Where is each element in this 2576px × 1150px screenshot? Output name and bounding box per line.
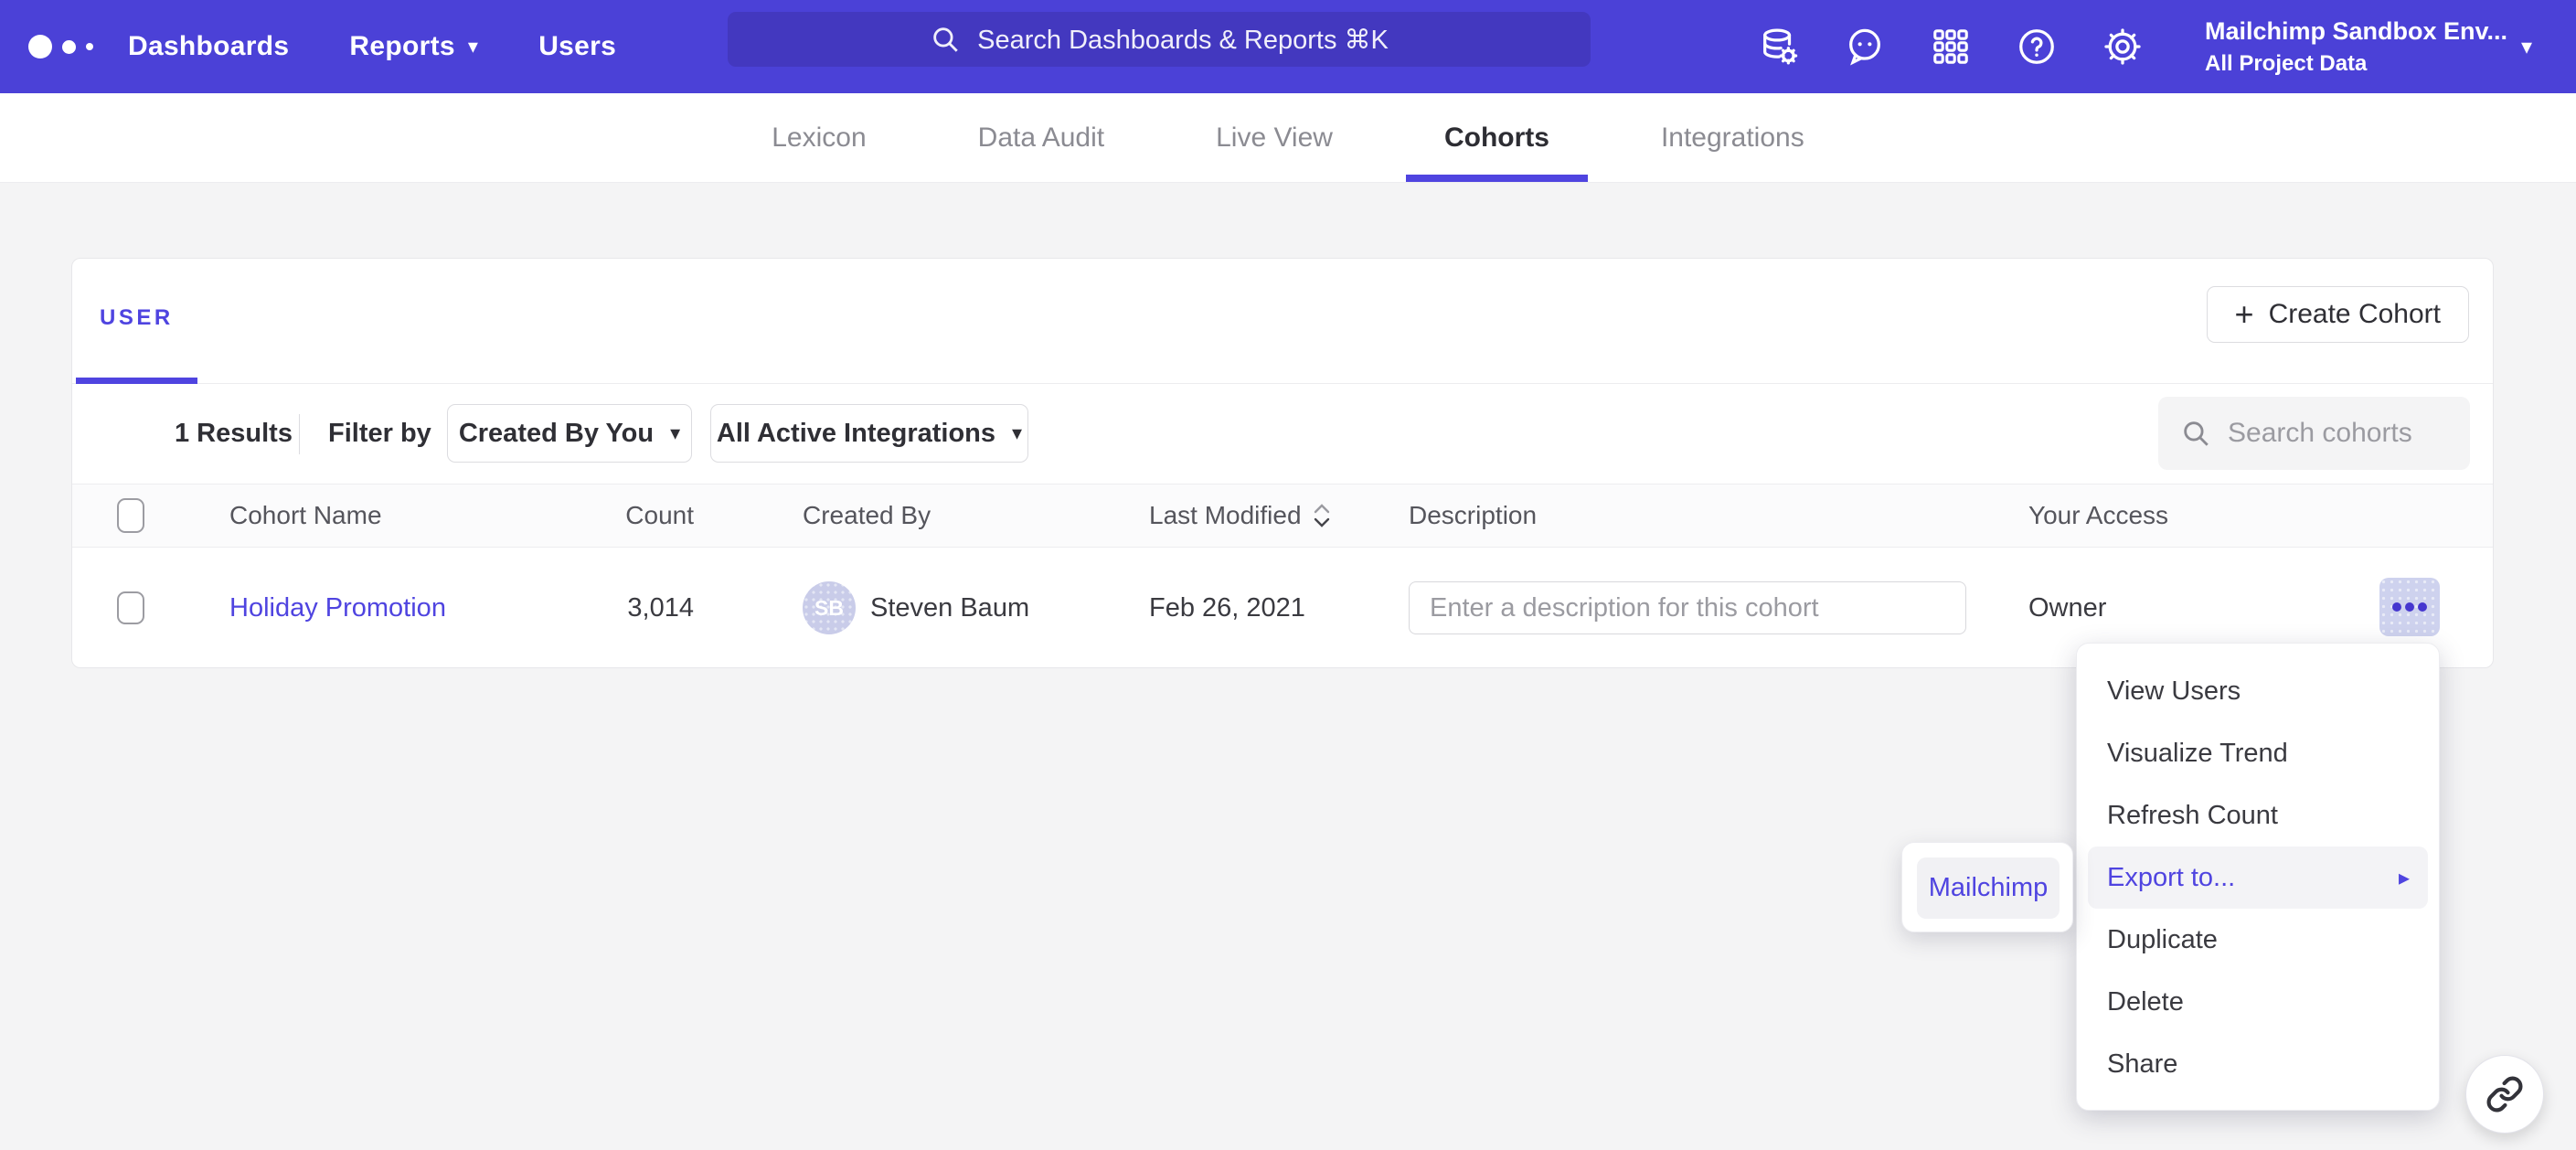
logo-dot	[62, 40, 76, 54]
logo-dot	[28, 35, 52, 59]
project-selector[interactable]: Mailchimp Sandbox Env... All Project Dat…	[2205, 0, 2507, 93]
tab-label: Lexicon	[772, 122, 866, 154]
feedback-icon[interactable]	[1843, 26, 1886, 69]
tab-data-audit[interactable]: Data Audit	[940, 93, 1143, 182]
secondary-nav: Lexicon Data Audit Live View Cohorts Int…	[0, 93, 2576, 183]
column-last-modified[interactable]: Last Modified	[1149, 484, 1331, 547]
project-chevron-down-icon[interactable]: ▾	[2521, 0, 2532, 93]
filter-bar: 1 Results Filter by Created By You ▾ All…	[72, 384, 2493, 484]
tab-cohorts[interactable]: Cohorts	[1406, 93, 1588, 182]
project-name: Mailchimp Sandbox Env...	[2205, 17, 2507, 46]
mixpanel-logo-icon[interactable]	[28, 0, 93, 93]
help-icon[interactable]	[2015, 26, 2058, 69]
logo-dot	[86, 43, 93, 50]
cohort-search-input[interactable]	[2228, 418, 2447, 449]
column-cohort-name[interactable]: Cohort Name	[229, 484, 382, 547]
last-modified-date: Feb 26, 2021	[1149, 548, 1305, 668]
search-icon	[930, 24, 961, 55]
top-navbar: Dashboards Reports ▾ Users Search Dashboa…	[0, 0, 2576, 93]
chevron-down-icon: ▾	[1012, 423, 1022, 443]
link-icon	[2486, 1075, 2524, 1113]
cohort-name-link[interactable]: Holiday Promotion	[229, 593, 446, 623]
topnav-links: Dashboards Reports ▾ Users	[128, 0, 616, 93]
column-count[interactable]: Count	[420, 484, 694, 547]
column-label: Last Modified	[1149, 501, 1302, 530]
row-context-menu: View Users Visualize Trend Refresh Count…	[2076, 643, 2440, 1111]
results-count: 1 Results	[175, 384, 293, 484]
sort-icon[interactable]	[1313, 503, 1331, 528]
tab-label: Integrations	[1661, 122, 1804, 154]
nav-item-label: Dashboards	[128, 31, 289, 62]
tab-lexicon[interactable]: Lexicon	[733, 93, 904, 182]
menu-item-share[interactable]: Share	[2077, 1033, 2439, 1095]
search-icon	[2180, 418, 2211, 449]
export-submenu: Mailchimp	[1901, 842, 2073, 932]
cohort-search-field	[2158, 397, 2470, 470]
select-all-checkbox[interactable]	[117, 498, 144, 533]
panel-tab-bar: USER + Create Cohort	[72, 259, 2493, 384]
column-your-access[interactable]: Your Access	[2028, 484, 2168, 547]
column-description[interactable]: Description	[1409, 484, 1537, 547]
filter-by-label: Filter by	[328, 384, 431, 484]
menu-item-export-to[interactable]: Export to... ▸	[2088, 847, 2428, 909]
data-management-icon[interactable]	[1757, 26, 1800, 69]
tab-user-label: USER	[100, 305, 174, 331]
created-by-filter-dropdown[interactable]: Created By You ▾	[447, 404, 692, 463]
global-search-input[interactable]: Search Dashboards & Reports ⌘K	[728, 12, 1591, 67]
dot-icon	[2405, 602, 2414, 612]
dot-icon	[2418, 602, 2427, 612]
divider	[299, 414, 300, 454]
nav-item-reports[interactable]: Reports ▾	[349, 31, 478, 62]
topnav-icon-group	[1757, 0, 2144, 93]
chevron-down-icon: ▾	[468, 37, 478, 57]
created-by-name: Steven Baum	[870, 593, 1029, 623]
nav-item-users[interactable]: Users	[538, 31, 616, 62]
nav-item-dashboards[interactable]: Dashboards	[128, 31, 289, 62]
row-actions-button[interactable]	[2379, 578, 2440, 636]
tab-integrations[interactable]: Integrations	[1623, 93, 1843, 182]
submenu-item-mailchimp[interactable]: Mailchimp	[1917, 857, 2060, 919]
menu-item-refresh-count[interactable]: Refresh Count	[2077, 784, 2439, 847]
integrations-filter-dropdown[interactable]: All Active Integrations ▾	[710, 404, 1028, 463]
create-cohort-label: Create Cohort	[2269, 299, 2441, 330]
tab-user[interactable]: USER	[76, 259, 197, 384]
create-cohort-button[interactable]: + Create Cohort	[2207, 286, 2469, 343]
column-created-by[interactable]: Created By	[803, 484, 931, 547]
menu-item-duplicate[interactable]: Duplicate	[2077, 909, 2439, 971]
submenu-arrow-icon: ▸	[2399, 865, 2410, 891]
avatar: SB	[803, 581, 856, 634]
dot-icon	[2392, 602, 2401, 612]
menu-item-label: Export to...	[2107, 863, 2235, 893]
apps-grid-icon[interactable]	[1929, 26, 1972, 69]
description-input[interactable]	[1409, 581, 1966, 634]
tab-live-view[interactable]: Live View	[1177, 93, 1371, 182]
nav-item-label: Reports	[349, 31, 454, 62]
row-checkbox[interactable]	[117, 591, 144, 624]
project-scope: All Project Data	[2205, 51, 2507, 77]
tab-label: Cohorts	[1444, 122, 1549, 154]
menu-item-view-users[interactable]: View Users	[2077, 660, 2439, 722]
dropdown-value: Created By You	[459, 419, 654, 449]
global-search-placeholder: Search Dashboards & Reports ⌘K	[977, 24, 1389, 56]
settings-gear-icon[interactable]	[2101, 26, 2144, 69]
table-header: Cohort Name Count Created By Last Modifi…	[72, 484, 2493, 548]
plus-icon: +	[2235, 298, 2254, 331]
dropdown-value: All Active Integrations	[717, 419, 995, 449]
app-root: Dashboards Reports ▾ Users Search Dashboa…	[0, 0, 2576, 1150]
tab-label: Live View	[1216, 122, 1333, 154]
menu-item-delete[interactable]: Delete	[2077, 971, 2439, 1033]
cohort-count: 3,014	[420, 548, 694, 668]
cohorts-panel: USER + Create Cohort 1 Results Filter by…	[71, 258, 2494, 668]
chevron-down-icon: ▾	[670, 423, 680, 443]
nav-item-label: Users	[538, 31, 616, 62]
menu-item-visualize-trend[interactable]: Visualize Trend	[2077, 722, 2439, 784]
copy-link-button[interactable]	[2465, 1055, 2544, 1134]
tab-label: Data Audit	[978, 122, 1104, 154]
